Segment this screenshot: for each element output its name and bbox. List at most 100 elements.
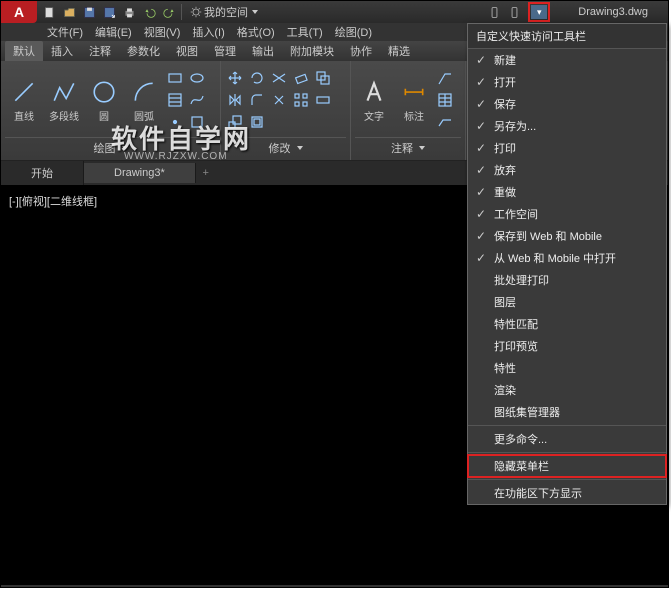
copy-icon[interactable] <box>313 68 333 88</box>
region-icon[interactable] <box>187 112 207 132</box>
redo-icon[interactable] <box>161 4 177 20</box>
dd-item-label: 图纸集管理器 <box>494 404 560 420</box>
checkmark-icon: ✓ <box>476 97 486 111</box>
rect-icon[interactable] <box>165 68 185 88</box>
dd-item-5[interactable]: ✓放弃 <box>468 159 666 181</box>
qat-customize-button[interactable]: ▾ <box>531 5 547 19</box>
dd-item-12[interactable]: 特性匹配 <box>468 313 666 335</box>
dd-item-16[interactable]: 图纸集管理器 <box>468 401 666 423</box>
dd-item-label: 打印 <box>494 140 516 156</box>
app-logo: A <box>1 1 37 23</box>
dd-item-label: 特性 <box>494 360 516 376</box>
dd-item-2[interactable]: ✓保存 <box>468 93 666 115</box>
mleader-icon[interactable] <box>435 112 455 132</box>
dd-hide-menubar[interactable]: 隐藏菜单栏 <box>468 455 666 477</box>
qat-customize-menu: 自定义快速访问工具栏 ✓新建✓打开✓保存✓另存为...✓打印✓放弃✓重做✓工作空… <box>467 23 667 505</box>
dd-item-label: 打开 <box>494 74 516 90</box>
mirror-icon[interactable] <box>225 90 245 110</box>
polyline-button[interactable]: 多段线 <box>45 66 83 134</box>
menu-draw[interactable]: 绘图(D) <box>329 24 378 40</box>
chevron-down-icon[interactable] <box>297 146 303 150</box>
text-button[interactable]: 文字 <box>355 66 393 134</box>
line-button[interactable]: 直线 <box>5 66 43 134</box>
arc-button[interactable]: 圆弧 <box>125 66 163 134</box>
ellipse-icon[interactable] <box>187 68 207 88</box>
menu-edit[interactable]: 编辑(E) <box>89 24 138 40</box>
point-icon[interactable] <box>165 112 185 132</box>
dd-item-14[interactable]: 特性 <box>468 357 666 379</box>
circle-button[interactable]: 圆 <box>85 66 123 134</box>
tab-insert[interactable]: 插入 <box>43 41 81 61</box>
table-icon[interactable] <box>435 90 455 110</box>
dd-item-4[interactable]: ✓打印 <box>468 137 666 159</box>
checkmark-icon: ✓ <box>476 75 486 89</box>
save-icon[interactable] <box>81 4 97 20</box>
print-icon[interactable] <box>121 4 137 20</box>
workspace-label: 我的空间 <box>204 4 248 20</box>
dd-item-label: 打印预览 <box>494 338 538 354</box>
dd-item-7[interactable]: ✓工作空间 <box>468 203 666 225</box>
doc-tab-start[interactable]: 开始 <box>1 161 84 185</box>
doc-tab-add[interactable]: + <box>196 167 216 179</box>
open-icon[interactable] <box>61 4 77 20</box>
explode-icon[interactable] <box>269 90 289 110</box>
mobile-open-icon[interactable] <box>486 4 502 20</box>
dim-button[interactable]: 标注 <box>395 66 433 134</box>
dd-item-11[interactable]: 图层 <box>468 291 666 313</box>
tab-parametric[interactable]: 参数化 <box>119 41 168 61</box>
fillet-icon[interactable] <box>247 90 267 110</box>
tab-view[interactable]: 视图 <box>168 41 206 61</box>
panel-annotate: 文字 标注 注释 <box>351 61 466 160</box>
offset-icon[interactable] <box>247 112 267 132</box>
menu-insert[interactable]: 插入(I) <box>186 24 230 40</box>
tab-output[interactable]: 输出 <box>244 41 282 61</box>
tab-collab[interactable]: 协作 <box>342 41 380 61</box>
dd-item-6[interactable]: ✓重做 <box>468 181 666 203</box>
spline-icon[interactable] <box>187 90 207 110</box>
dd-item-10[interactable]: 批处理打印 <box>468 269 666 291</box>
hatch-icon[interactable] <box>165 90 185 110</box>
tab-featured[interactable]: 精选 <box>380 41 418 61</box>
checkmark-icon: ✓ <box>476 229 486 243</box>
erase-icon[interactable] <box>291 68 311 88</box>
dd-item-8[interactable]: ✓保存到 Web 和 Mobile <box>468 225 666 247</box>
move-icon[interactable] <box>225 68 245 88</box>
dd-item-label: 特性匹配 <box>494 316 538 332</box>
dd-show-below-ribbon[interactable]: 在功能区下方显示 <box>468 482 666 504</box>
menu-format[interactable]: 格式(O) <box>231 24 281 40</box>
stretch-icon[interactable] <box>313 90 333 110</box>
dd-item-3[interactable]: ✓另存为... <box>468 115 666 137</box>
trim-icon[interactable] <box>269 68 289 88</box>
tab-annotate[interactable]: 注释 <box>81 41 119 61</box>
dd-item-9[interactable]: ✓从 Web 和 Mobile 中打开 <box>468 247 666 269</box>
dd-item-13[interactable]: 打印预览 <box>468 335 666 357</box>
new-icon[interactable] <box>41 4 57 20</box>
undo-icon[interactable] <box>141 4 157 20</box>
workspace-dropdown[interactable]: 我的空间 <box>186 4 262 20</box>
chevron-down-icon[interactable] <box>122 146 128 150</box>
menu-file[interactable]: 文件(F) <box>41 24 89 40</box>
mobile-save-icon[interactable] <box>506 4 522 20</box>
tab-manage[interactable]: 管理 <box>206 41 244 61</box>
tab-default[interactable]: 默认 <box>5 41 43 61</box>
polyline-icon <box>50 78 78 106</box>
menu-tools[interactable]: 工具(T) <box>281 24 329 40</box>
chevron-down-icon[interactable] <box>419 146 425 150</box>
dd-item-1[interactable]: ✓ 打开 <box>468 71 666 93</box>
dd-item-15[interactable]: 渲染 <box>468 379 666 401</box>
menu-view[interactable]: 视图(V) <box>138 24 187 40</box>
leader-icon[interactable] <box>435 68 455 88</box>
dd-more-commands[interactable]: 更多命令... <box>468 428 666 450</box>
chevron-down-icon <box>252 10 258 14</box>
scale-icon[interactable] <box>225 112 245 132</box>
array-icon[interactable] <box>291 90 311 110</box>
tab-addins[interactable]: 附加模块 <box>282 41 342 61</box>
doc-tab-drawing3[interactable]: Drawing3* <box>84 163 196 183</box>
quick-access-toolbar: 我的空间 <box>37 4 266 20</box>
separator <box>468 452 666 453</box>
dd-item-0[interactable]: ✓新建 <box>468 49 666 71</box>
title-bar: A 我的空间 ▾ Drawing3.dwg <box>1 1 668 23</box>
saveas-icon[interactable] <box>101 4 117 20</box>
rotate-icon[interactable] <box>247 68 267 88</box>
dd-item-label: 图层 <box>494 294 516 310</box>
